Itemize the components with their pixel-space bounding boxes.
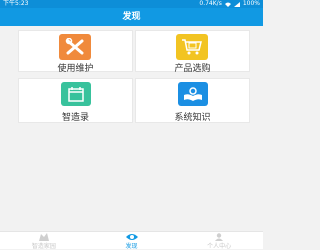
shopping-cart-icon bbox=[176, 34, 208, 60]
network-speed: 0.74K/s bbox=[199, 0, 222, 7]
book-icon bbox=[178, 82, 208, 106]
eye-icon bbox=[125, 234, 138, 240]
card-label: 智造录 bbox=[61, 113, 89, 123]
page-title: 发现 bbox=[0, 8, 263, 26]
tab-label: 智造家园 bbox=[31, 243, 56, 250]
tab-profile[interactable]: 个人中心 bbox=[175, 232, 263, 250]
home-icon bbox=[38, 233, 49, 241]
calendar-icon bbox=[61, 82, 91, 106]
wifi-icon bbox=[224, 2, 231, 7]
status-time: 下午5:23 bbox=[3, 0, 29, 7]
tab-discover[interactable]: 发现 bbox=[88, 232, 176, 250]
battery-level: 100% bbox=[242, 0, 260, 7]
card-smart-record[interactable]: 智造录 bbox=[18, 78, 133, 123]
person-icon bbox=[215, 233, 224, 241]
signal-icon bbox=[233, 1, 240, 7]
bottom-tab-bar: 智造家园 发现 个人中心 bbox=[0, 231, 263, 250]
card-label: 产品选购 bbox=[174, 64, 211, 74]
tab-home[interactable]: 智造家园 bbox=[0, 232, 88, 250]
status-bar: 下午5:23 0.74K/s 100% bbox=[0, 0, 263, 8]
status-indicators: 0.74K/s 100% bbox=[199, 0, 260, 8]
tab-label: 发现 bbox=[125, 243, 138, 250]
tab-label: 个人中心 bbox=[207, 243, 232, 250]
card-usage-maintenance[interactable]: 使用维护 bbox=[18, 30, 133, 74]
card-product-purchase[interactable]: 产品选购 bbox=[135, 30, 250, 74]
tools-icon bbox=[59, 34, 91, 60]
card-label: 系统知识 bbox=[174, 113, 211, 123]
card-label: 使用维护 bbox=[57, 64, 94, 74]
card-system-knowledge[interactable]: 系统知识 bbox=[135, 78, 250, 123]
